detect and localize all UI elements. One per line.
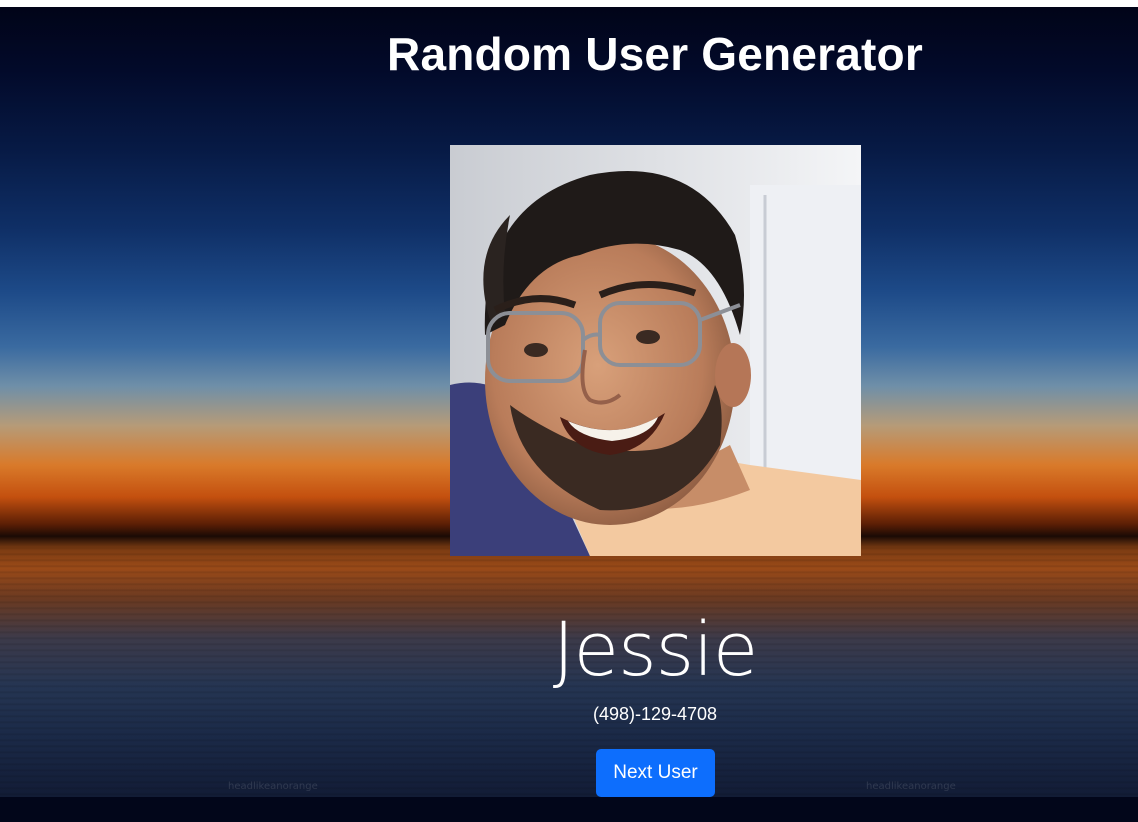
user-phone: (498)-129-4708 [592, 704, 718, 724]
background-watermark: headlikeanorange [228, 781, 318, 792]
user-name: Jessie [552, 607, 759, 693]
background-bottom-band [0, 797, 1138, 822]
next-user-button[interactable]: Next User [596, 749, 715, 797]
page-background: headlikeanorange headlikeanorange Random… [0, 7, 1138, 822]
page-title: Random User Generator [387, 28, 923, 80]
person-portrait-photo-icon [450, 145, 861, 556]
user-photo [450, 145, 861, 556]
background-watermark: headlikeanorange [866, 781, 956, 792]
